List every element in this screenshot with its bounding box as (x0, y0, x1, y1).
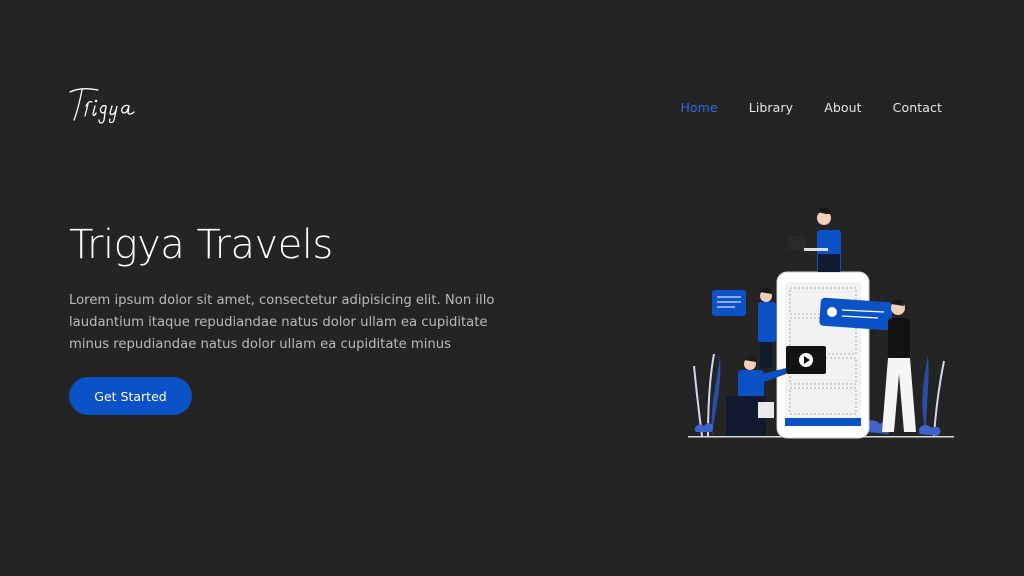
nav-link-about[interactable]: About (824, 100, 861, 115)
logo[interactable] (68, 82, 148, 126)
hero-illustration (688, 206, 954, 442)
hero-title: Trigya Travels (69, 222, 333, 268)
team-app-illustration-icon (688, 207, 954, 439)
nav-link-library[interactable]: Library (749, 100, 793, 115)
landing-page: Home Library About Contact Trigya Travel… (0, 0, 1024, 576)
nav-link-home[interactable]: Home (680, 100, 717, 115)
logo-signature-icon (69, 88, 135, 124)
main-nav: Home Library About Contact (680, 100, 942, 115)
get-started-button[interactable]: Get Started (69, 377, 192, 415)
nav-link-contact[interactable]: Contact (893, 100, 942, 115)
hero-description: Lorem ipsum dolor sit amet, consectetur … (69, 293, 495, 352)
